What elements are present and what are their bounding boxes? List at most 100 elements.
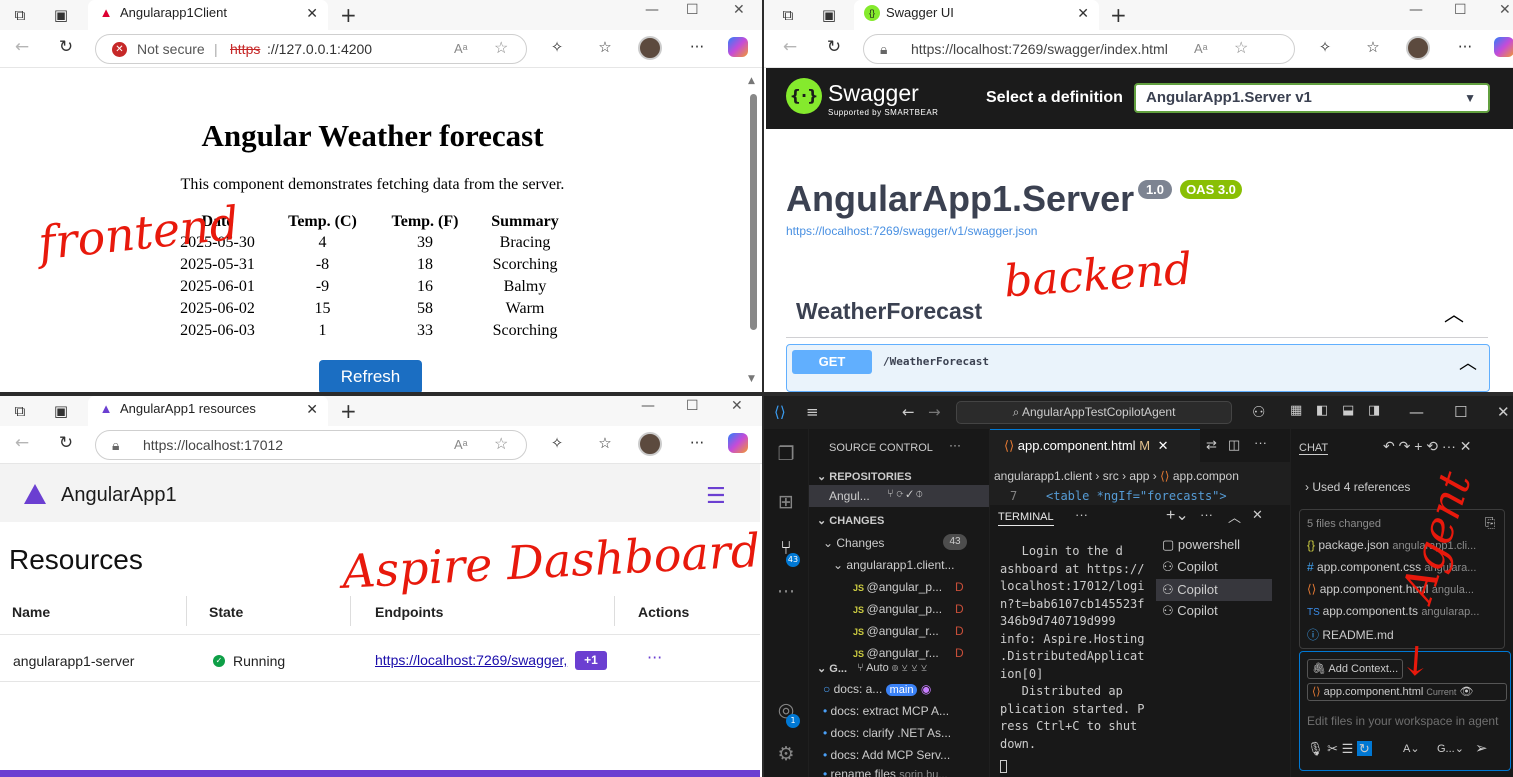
mode-picker[interactable]: A⌄ (1403, 742, 1420, 755)
new-tab-button[interactable]: + (1110, 3, 1127, 27)
read-aloud-icon[interactable]: Aᵃ (1194, 35, 1208, 63)
more-menu-icon[interactable]: ··· (1455, 38, 1475, 56)
list-item[interactable]: ⓘ README.md (1307, 626, 1502, 643)
code-line[interactable]: <table *ngIf="forecasts"> (1046, 489, 1227, 503)
hamburger-menu-icon[interactable]: ☰ (706, 484, 726, 509)
avatar[interactable] (638, 36, 662, 60)
terminal-output[interactable]: Login to the d ashboard at https:// loca… (1000, 543, 1150, 753)
minimize-button[interactable]: — (641, 398, 655, 414)
read-aloud-icon[interactable]: Aᵃ (454, 431, 468, 459)
terminal-list-item[interactable]: ▢ powershell (1162, 537, 1240, 553)
extensions-icon[interactable]: ✧ (547, 434, 567, 452)
favorite-star-icon[interactable]: ☆ (1234, 35, 1248, 63)
scrollbar[interactable]: ▲ ▼ (748, 72, 759, 390)
breadcrumb-item[interactable]: app.compon (1173, 469, 1239, 483)
commit-row[interactable]: • rename files sorin.bu... (823, 767, 948, 777)
tools-icon[interactable]: ✂ (1327, 741, 1342, 756)
close-tab-icon[interactable]: ✕ (306, 0, 318, 26)
favorites-icon[interactable]: ☆ (595, 434, 615, 452)
terminal-more-icon[interactable]: ··· (1075, 507, 1088, 522)
mic-icon[interactable]: 🎙︎ (1307, 741, 1327, 756)
chat-toolbar-icons[interactable]: ↶ ↷ + ⟲ ··· ✕ (1383, 438, 1472, 455)
tab-app-component-html[interactable]: ⟨⟩ app.component.html M ✕ (990, 429, 1200, 462)
changes-group[interactable]: ⌄ Changes (823, 536, 884, 550)
chat-input[interactable]: Edit files in your workspace in agent (1307, 714, 1507, 728)
panel-more-icon[interactable]: ··· (949, 438, 961, 452)
spec-link[interactable]: https://localhost:7269/swagger/v1/swagge… (786, 224, 1037, 238)
list-item[interactable]: JS @angular_r... (853, 624, 939, 638)
collapse-icon[interactable]: ︿ (1459, 349, 1477, 375)
close-window-button[interactable]: ✕ (731, 398, 743, 414)
layout-icon[interactable]: ▦ (1290, 403, 1302, 418)
breadcrumb-item[interactable]: angularapp1.client (994, 469, 1092, 483)
address-bar[interactable]: 🔒︎ https://localhost:7269/swagger/index.… (863, 34, 1295, 64)
terminal-list-item[interactable]: ⚇ Copilot (1162, 559, 1218, 575)
copilot-icon[interactable] (728, 433, 748, 453)
avatar[interactable] (638, 432, 662, 456)
extensions-icon[interactable]: ⊞ (774, 491, 798, 513)
split-editor-icon[interactable]: ◫ (1228, 437, 1240, 453)
graph-toolbar[interactable]: ⑂ Auto ◎ ⊻ ⊻ ⊻ (857, 662, 927, 674)
minimize-button[interactable]: — (1409, 2, 1423, 18)
collapse-icon[interactable]: ︿ (1444, 298, 1464, 327)
chat-title[interactable]: CHAT (1299, 442, 1329, 455)
commit-row[interactable]: ○ docs: a... main ◉ (823, 682, 1003, 696)
editor-more-icon[interactable]: ··· (1254, 435, 1267, 450)
maximize-button[interactable]: ☐ (1454, 2, 1467, 18)
toggle-sidebar-icon[interactable]: ◧ (1316, 403, 1328, 418)
back-button[interactable]: ← (11, 433, 33, 453)
graph-header[interactable]: ⌄ G... (817, 662, 847, 675)
commit-row[interactable]: • docs: clarify .NET As... (823, 726, 951, 740)
copilot-menu-icon[interactable]: ⚇ (1252, 403, 1265, 421)
favorite-star-icon[interactable]: ☆ (494, 35, 508, 63)
repo-actions-icons[interactable]: ⑂ ⟳ ✓ ⌽ (887, 488, 923, 500)
col-state[interactable]: State (209, 604, 243, 620)
explorer-icon[interactable]: ❐ (774, 443, 798, 465)
more-views-icon[interactable]: ··· (774, 581, 798, 603)
scroll-thumb[interactable] (750, 94, 757, 330)
used-references[interactable]: › Used 4 references (1305, 480, 1410, 494)
changes-header[interactable]: ⌄ CHANGES (817, 514, 884, 527)
toggle-panel-icon[interactable]: ⬓ (1342, 403, 1354, 418)
list-item[interactable]: TS app.component.ts angularap... (1307, 604, 1502, 618)
nav-back-icon[interactable]: ← (902, 403, 915, 421)
col-divider[interactable] (186, 596, 187, 626)
workspaces-icon[interactable]: ⧉ (777, 4, 799, 26)
favorite-star-icon[interactable]: ☆ (494, 431, 508, 459)
col-name[interactable]: Name (12, 604, 50, 620)
close-window-button[interactable]: ✕ (1499, 2, 1511, 18)
address-bar[interactable]: 🔒︎ https://localhost:17012 Aᵃ ☆ (95, 430, 527, 460)
list-item[interactable]: ⟨⟩ app.component.html angula... (1307, 582, 1502, 596)
command-center-search[interactable]: ⌕ AngularAppTestCopilotAgent (956, 401, 1232, 424)
minimize-button[interactable]: — (1409, 403, 1424, 421)
more-endpoints-badge[interactable]: +1 (575, 651, 607, 670)
list-item[interactable]: # app.component.css angulara... (1307, 560, 1502, 574)
eye-icon[interactable]: 👁︎ (1459, 686, 1473, 698)
new-tab-button[interactable]: + (340, 3, 357, 27)
refresh-button[interactable]: Refresh (319, 360, 422, 392)
toggle-secondary-icon[interactable]: ◨ (1368, 403, 1380, 418)
workspaces-icon[interactable]: ⧉ (9, 400, 31, 422)
favorites-icon[interactable]: ☆ (595, 38, 615, 56)
copilot-icon[interactable] (728, 37, 748, 57)
new-terminal-icon[interactable]: +⌄ (1166, 505, 1189, 525)
more-menu-icon[interactable]: ··· (687, 38, 707, 56)
back-button[interactable]: ← (11, 37, 33, 57)
operation-get-weatherforecast[interactable]: GET /WeatherForecast ︿ (786, 344, 1490, 392)
folder-row[interactable]: ⌄ angularapp1.client... (833, 558, 954, 572)
list-item[interactable]: JS @angular_r... (853, 646, 939, 660)
breadcrumb-item[interactable]: app (1129, 469, 1149, 483)
commit-row[interactable]: • docs: Add MCP Serv... (823, 748, 950, 762)
tab-angular-client[interactable]: ▲ Angularapp1Client ✕ (88, 0, 328, 30)
close-panel-icon[interactable]: ✕ (1252, 507, 1263, 523)
col-actions[interactable]: Actions (638, 604, 689, 620)
address-bar[interactable]: ✕ Not secure | https ://127.0.0.1:4200 A… (95, 34, 527, 64)
maximize-button[interactable]: ☐ (686, 398, 699, 414)
new-tab-button[interactable]: + (340, 399, 357, 423)
extensions-icon[interactable]: ✧ (547, 38, 567, 56)
nav-forward-icon[interactable]: → (928, 403, 941, 421)
tab-aspire[interactable]: ▲ AngularApp1 resources ✕ (88, 396, 328, 426)
tab-actions-icon[interactable]: ▣ (50, 4, 72, 26)
scroll-up-icon[interactable]: ▲ (748, 76, 755, 86)
breadcrumb-item[interactable]: src (1103, 469, 1119, 483)
